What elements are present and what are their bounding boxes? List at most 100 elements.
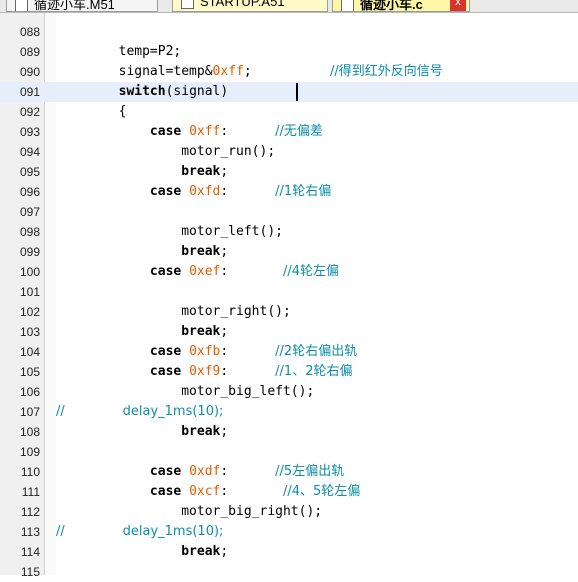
code-text: case 0xff: //无偏差 bbox=[56, 122, 323, 142]
code-text: case 0xef: //4轮左偏 bbox=[56, 262, 339, 282]
code-line[interactable]: 113 // delay_1ms(10); bbox=[0, 522, 578, 542]
comment-token: //2轮右偏出轨 bbox=[275, 344, 358, 359]
code-line[interactable]: 107 // delay_1ms(10); bbox=[0, 402, 578, 422]
tab-startup-file[interactable]: STARTUP.A51 bbox=[172, 0, 328, 12]
keyword-token: break bbox=[181, 324, 221, 339]
code-line[interactable]: 100 case 0xef: //4轮左偏 bbox=[0, 262, 578, 282]
line-number: 102 bbox=[19, 305, 40, 319]
file-icon bbox=[181, 0, 194, 10]
line-number: 100 bbox=[19, 265, 40, 279]
code-text: case 0xfb: //2轮右偏出轨 bbox=[56, 342, 357, 362]
code-line[interactable]: 094 motor_run(); bbox=[0, 142, 578, 162]
code-line[interactable]: 096 case 0xfd: //1轮右偏 bbox=[0, 182, 578, 202]
tab-m51-file[interactable]: 循迹小车.M51 bbox=[6, 0, 158, 12]
hex-literal-token: 0xf9 bbox=[189, 364, 221, 379]
code-line[interactable]: 115 bbox=[0, 562, 578, 582]
code-text: case 0xfd: //1轮右偏 bbox=[56, 182, 331, 202]
code-line[interactable]: 111 case 0xcf: //4、5轮左偏 bbox=[0, 482, 578, 502]
code-line[interactable]: 088 bbox=[0, 22, 578, 42]
code-token: temp=P2; bbox=[56, 44, 182, 59]
code-text: break; bbox=[56, 162, 228, 182]
code-line[interactable]: 092 { bbox=[0, 102, 578, 122]
code-line[interactable]: 110 case 0xdf: //5左偏出轨 bbox=[0, 462, 578, 482]
code-line-current[interactable]: 091 switch(signal) bbox=[0, 82, 578, 102]
file-icon bbox=[15, 0, 28, 11]
code-line[interactable]: 090 signal=temp&0xff; //得到红外反向信号 bbox=[0, 62, 578, 82]
code-line[interactable]: 102 motor_right(); bbox=[0, 302, 578, 322]
code-token: (signal) bbox=[165, 84, 229, 99]
code-text: break; bbox=[56, 242, 228, 262]
code-line[interactable]: 112 motor_big_right(); bbox=[0, 502, 578, 522]
hex-literal-token: 0xff bbox=[212, 64, 244, 79]
tab-label: 循迹小车.c bbox=[360, 0, 423, 12]
comment-token: //1轮右偏 bbox=[275, 184, 332, 199]
code-text: motor_left(); bbox=[56, 222, 283, 242]
code-line[interactable]: 114 break; bbox=[0, 542, 578, 562]
line-number: 112 bbox=[20, 505, 40, 519]
line-number: 092 bbox=[19, 105, 40, 119]
code-text: break; bbox=[56, 322, 228, 342]
line-number: 095 bbox=[19, 165, 40, 179]
code-line[interactable]: 103 break; bbox=[0, 322, 578, 342]
code-token: ; bbox=[220, 424, 229, 439]
keyword-token: case bbox=[149, 364, 182, 379]
code-text: motor_run(); bbox=[56, 142, 275, 162]
comment-token: delay_1ms(10); bbox=[122, 404, 224, 419]
line-number: 089 bbox=[19, 45, 40, 59]
code-token: motor_big_left(); bbox=[56, 384, 315, 399]
code-token: : bbox=[220, 364, 276, 379]
keyword-token: case bbox=[149, 264, 182, 279]
line-number: 110 bbox=[20, 465, 40, 479]
keyword-token: case bbox=[149, 484, 182, 499]
line-number: 109 bbox=[19, 445, 40, 459]
line-number: 101 bbox=[19, 285, 40, 299]
code-line[interactable]: 109 bbox=[0, 442, 578, 462]
comment-token: // bbox=[56, 524, 123, 539]
code-line[interactable]: 105 case 0xf9: //1、2轮右偏 bbox=[0, 362, 578, 382]
line-number: 114 bbox=[20, 545, 40, 559]
keyword-token: break bbox=[181, 424, 221, 439]
code-line[interactable]: 095 break; bbox=[0, 162, 578, 182]
line-number: 091 bbox=[19, 85, 40, 99]
code-line[interactable]: 104 case 0xfb: //2轮右偏出轨 bbox=[0, 342, 578, 362]
tab-label: STARTUP.A51 bbox=[200, 0, 285, 9]
code-text: motor_right(); bbox=[56, 302, 291, 322]
code-line[interactable]: 098 motor_left(); bbox=[0, 222, 578, 242]
code-line[interactable]: 101 bbox=[0, 282, 578, 302]
line-number: 097 bbox=[19, 205, 40, 219]
code-line[interactable]: 089 temp=P2; bbox=[0, 42, 578, 62]
code-token: motor_left(); bbox=[56, 224, 283, 239]
code-line[interactable]: 108 break; bbox=[0, 422, 578, 442]
line-number: 098 bbox=[19, 225, 40, 239]
code-line[interactable]: 099 break; bbox=[0, 242, 578, 262]
code-text: case 0xf9: //1、2轮右偏 bbox=[56, 362, 353, 382]
code-text: break; bbox=[56, 422, 228, 442]
code-text: // delay_1ms(10); bbox=[56, 522, 223, 542]
code-text: { bbox=[56, 102, 127, 122]
line-number: 104 bbox=[19, 345, 40, 359]
keyword-token: case bbox=[149, 184, 182, 199]
line-number: 093 bbox=[19, 125, 40, 139]
keyword-token: case bbox=[149, 344, 182, 359]
code-editor[interactable]: 088 089 temp=P2; 090 signal=temp&0xff; //得… bbox=[0, 22, 578, 582]
code-line[interactable]: 106 motor_big_left(); bbox=[0, 382, 578, 402]
close-tab-icon[interactable]: x bbox=[450, 0, 466, 11]
hex-literal-token: 0xfb bbox=[189, 344, 221, 359]
code-token: signal=temp& bbox=[56, 64, 213, 79]
code-token: ; bbox=[220, 244, 229, 259]
code-line[interactable]: 097 bbox=[0, 202, 578, 222]
code-line[interactable]: 093 case 0xff: //无偏差 bbox=[0, 122, 578, 142]
